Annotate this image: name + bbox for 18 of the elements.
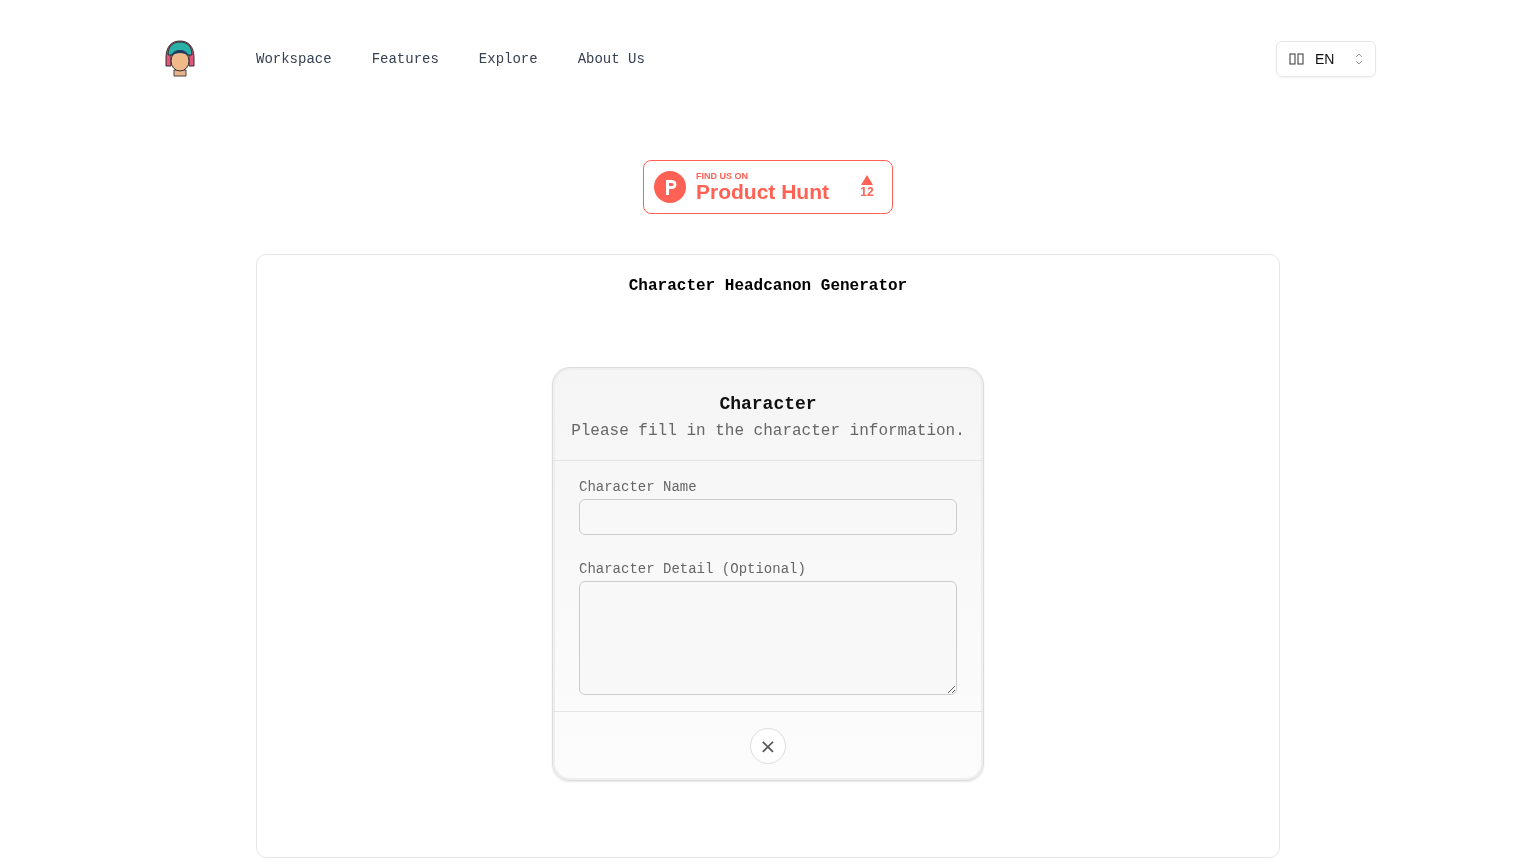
- field-label: Character Detail (Optional): [579, 561, 807, 577]
- product-hunt-logo-icon: [654, 171, 686, 203]
- upvote-triangle-icon: [861, 175, 873, 185]
- nav-link[interactable]: Explore: [478, 51, 538, 67]
- close-button[interactable]: ×: [750, 728, 786, 764]
- nav-link[interactable]: Features: [371, 51, 439, 67]
- form-title: Character: [718, 394, 818, 414]
- textarea-field[interactable]: [579, 581, 957, 695]
- nav-link[interactable]: About Us: [577, 51, 645, 67]
- field-label: Character Name: [579, 479, 698, 495]
- chevron-updown-icon: [1355, 53, 1363, 65]
- language-select[interactable]: EN: [1276, 41, 1376, 77]
- form-subtitle: Please fill in the character information.: [570, 422, 966, 440]
- input-field[interactable]: [579, 499, 957, 535]
- missing-glyph-icon: [1289, 53, 1305, 65]
- page-title: Character Headcanon Generator: [627, 277, 909, 295]
- avatar-logo-icon[interactable]: [164, 40, 196, 78]
- nav-link[interactable]: Workspace: [256, 51, 332, 67]
